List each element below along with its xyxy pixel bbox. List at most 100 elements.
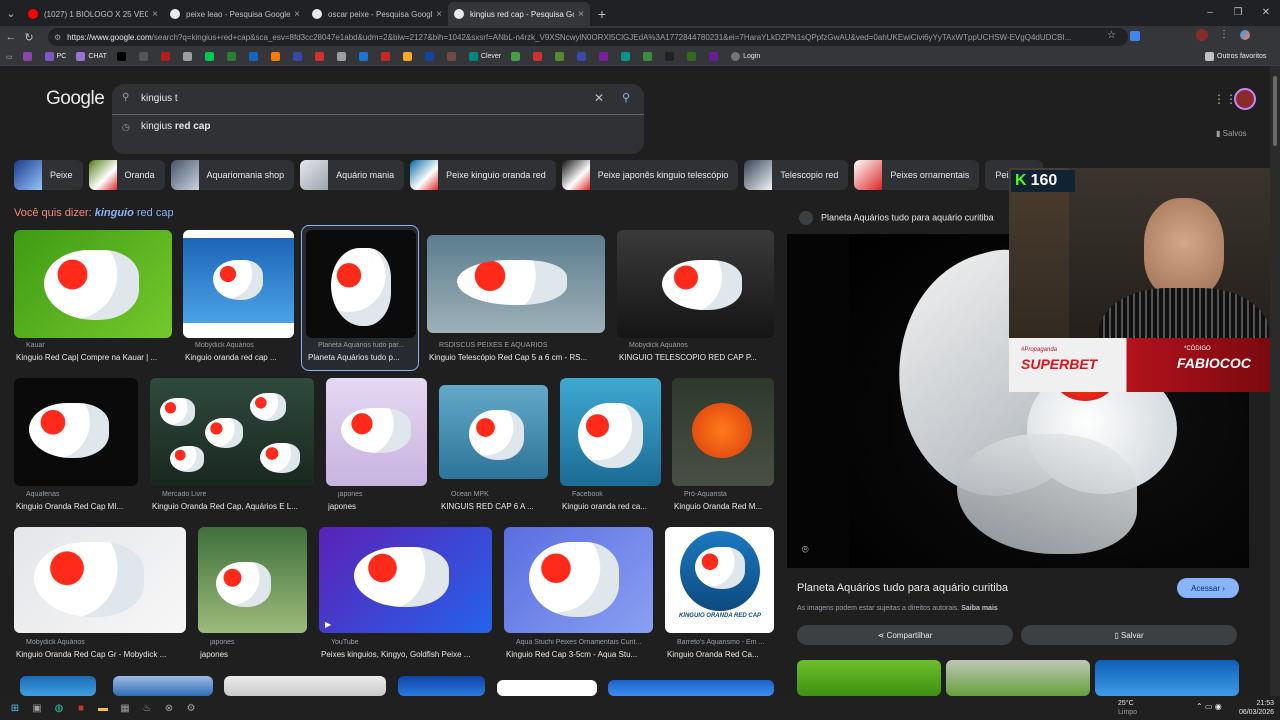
- clear-icon[interactable]: ✕: [594, 91, 604, 105]
- bookmark-19[interactable]: [446, 52, 459, 61]
- result-caption[interactable]: Kinguio oranda red ca...: [562, 502, 661, 511]
- close-window-button[interactable]: ✕: [1252, 0, 1280, 24]
- result-source[interactable]: Aqua Stuchi Peixes Ornamentais Curit...: [516, 639, 653, 646]
- clock[interactable]: 21:53 06/03/2026: [1239, 699, 1274, 717]
- result-source[interactable]: Aquafenas: [26, 491, 138, 498]
- result-caption[interactable]: Kinguio oranda red cap ...: [185, 353, 294, 362]
- chip-peixes-ornamentais[interactable]: Peixes ornamentais: [854, 160, 980, 190]
- result-source[interactable]: Facebook: [572, 491, 661, 498]
- saved-link[interactable]: ▮ Salvos: [1216, 129, 1247, 138]
- bookmark-21[interactable]: [511, 52, 523, 61]
- result-source[interactable]: Ocean MPK: [451, 491, 548, 498]
- bookmark-18[interactable]: [424, 52, 437, 61]
- result-image[interactable]: KINGUIO ORANDA RED CAP: [665, 527, 774, 633]
- bookmark-16[interactable]: [380, 52, 393, 61]
- result-source[interactable]: Mobydick Aquários: [26, 639, 186, 646]
- bookmark-clever[interactable]: Clever: [468, 52, 501, 61]
- result-image[interactable]: [427, 235, 605, 333]
- site-info-icon[interactable]: ⚙: [54, 33, 61, 42]
- bookmark-7[interactable]: [182, 52, 195, 61]
- bookmark-25[interactable]: [599, 52, 611, 61]
- result-caption[interactable]: KINGUIS RED CAP 6 A ...: [441, 502, 548, 511]
- bookmark-22[interactable]: [533, 52, 545, 61]
- result-caption[interactable]: Kinguio Red Cap 3-5cm - Aqua Stu...: [506, 650, 653, 659]
- bookmark-8[interactable]: [204, 52, 217, 61]
- bookmark-1[interactable]: [22, 52, 35, 61]
- address-bar[interactable]: ⚙ https://www.google.com/search?q=kingiu…: [48, 28, 1128, 46]
- result-caption[interactable]: Kinguio Oranda Red Ca...: [667, 650, 774, 659]
- close-icon[interactable]: ×: [578, 9, 584, 20]
- file-explorer-icon[interactable]: ▬: [92, 696, 114, 720]
- settings-icon[interactable]: ⚙: [180, 696, 202, 720]
- result-caption[interactable]: Planeta Aquários tudo p...: [308, 353, 414, 362]
- lens-search-icon[interactable]: ⌾: [802, 544, 809, 557]
- result-image[interactable]: [150, 378, 314, 486]
- result-image[interactable]: [326, 378, 427, 486]
- result-source[interactable]: japones: [338, 491, 427, 498]
- tab-youtube[interactable]: (1027) 1 BIÓLOGO X 25 VEGANOS×: [22, 2, 164, 26]
- page-scrollbar[interactable]: [1270, 66, 1280, 696]
- new-tab-button[interactable]: +: [590, 2, 614, 26]
- bookmarks-apps-icon[interactable]: ▭: [6, 53, 13, 61]
- result-image[interactable]: [608, 680, 774, 696]
- result-image[interactable]: [398, 676, 485, 696]
- close-icon[interactable]: ×: [152, 9, 158, 20]
- app-icon[interactable]: ■: [70, 696, 92, 720]
- result-source[interactable]: Mobydick Aquários: [195, 342, 294, 349]
- bookmark-23[interactable]: [555, 52, 567, 61]
- result-image[interactable]: [306, 230, 416, 338]
- preview-source[interactable]: Planeta Aquários tudo para aquário curit…: [799, 211, 994, 225]
- bookmark-17[interactable]: [402, 52, 415, 61]
- chip-peixe-japones-kinguio-telescopio[interactable]: Peixe japonês kinguio telescópio: [561, 160, 739, 190]
- result-source[interactable]: japones: [210, 639, 307, 646]
- result-source[interactable]: Pró-Aquarista: [684, 491, 774, 498]
- extensions-icon[interactable]: [1130, 31, 1140, 41]
- bookmark-29[interactable]: [687, 52, 699, 61]
- bookmark-login[interactable]: Login: [731, 52, 760, 61]
- result-source[interactable]: YouTube: [331, 639, 492, 646]
- tab-search-button[interactable]: ⌄: [0, 2, 22, 26]
- result-source[interactable]: Barreto's Aquarismo - Em ...: [677, 639, 774, 646]
- result-source[interactable]: Mobydick Aquários: [629, 342, 774, 349]
- close-icon[interactable]: ×: [294, 9, 300, 20]
- result-image[interactable]: [560, 378, 661, 486]
- result-image[interactable]: [14, 230, 172, 338]
- result-source[interactable]: Kauar: [26, 342, 172, 349]
- bookmark-24[interactable]: [577, 52, 589, 61]
- reload-icon[interactable]: ↻: [20, 31, 38, 44]
- bookmark-5[interactable]: [138, 52, 151, 61]
- bookmark-27[interactable]: [643, 52, 655, 61]
- save-button[interactable]: ▯ Salvar: [1021, 625, 1237, 645]
- bookmark-12[interactable]: [292, 52, 305, 61]
- tab-oscar-peixe[interactable]: oscar peixe - Pesquisa Google ×: [306, 2, 448, 26]
- copilot-icon[interactable]: [1240, 30, 1250, 40]
- minimize-button[interactable]: –: [1196, 0, 1224, 24]
- result-caption[interactable]: japones: [200, 650, 307, 659]
- result-image[interactable]: [497, 680, 597, 696]
- result-caption[interactable]: Kinguio Oranda Red Cap Gr - Mobydick ...: [16, 650, 186, 659]
- result-caption[interactable]: KINGUIO TELESCOPIO RED CAP P...: [619, 353, 774, 362]
- bookmark-28[interactable]: [665, 52, 677, 61]
- windows-start-icon[interactable]: ⊞: [4, 696, 26, 720]
- result-caption[interactable]: Peixes kinguios, Kingyo, Goldfish Peixe …: [321, 650, 492, 659]
- close-icon[interactable]: ×: [436, 9, 442, 20]
- menu-icon[interactable]: ⋮: [1219, 29, 1229, 40]
- bookmark-30[interactable]: [709, 52, 721, 61]
- other-bookmarks[interactable]: Outros favoritos: [1205, 52, 1266, 61]
- bookmark-13[interactable]: [314, 52, 327, 61]
- related-image[interactable]: [1095, 660, 1239, 696]
- result-image[interactable]: [14, 378, 138, 486]
- weather-widget[interactable]: 25°C Limpo: [1118, 699, 1137, 717]
- xbox-icon[interactable]: ⊗: [158, 696, 180, 720]
- learn-more-link[interactable]: Saiba mais: [961, 605, 998, 612]
- store-icon[interactable]: ▦: [114, 696, 136, 720]
- google-logo[interactable]: Google: [46, 88, 105, 110]
- result-caption[interactable]: Kinguio Oranda Red M...: [674, 502, 774, 511]
- result-image[interactable]: [224, 676, 386, 696]
- result-caption[interactable]: Kinguio Oranda Red Cap MI...: [16, 502, 138, 511]
- chip-aquariomania-shop[interactable]: Aquariomania shop: [170, 160, 295, 190]
- steam-icon[interactable]: ♨: [136, 696, 158, 720]
- scrollbar-thumb[interactable]: [1273, 76, 1277, 146]
- result-caption[interactable]: japones: [328, 502, 427, 511]
- bookmark-15[interactable]: [358, 52, 371, 61]
